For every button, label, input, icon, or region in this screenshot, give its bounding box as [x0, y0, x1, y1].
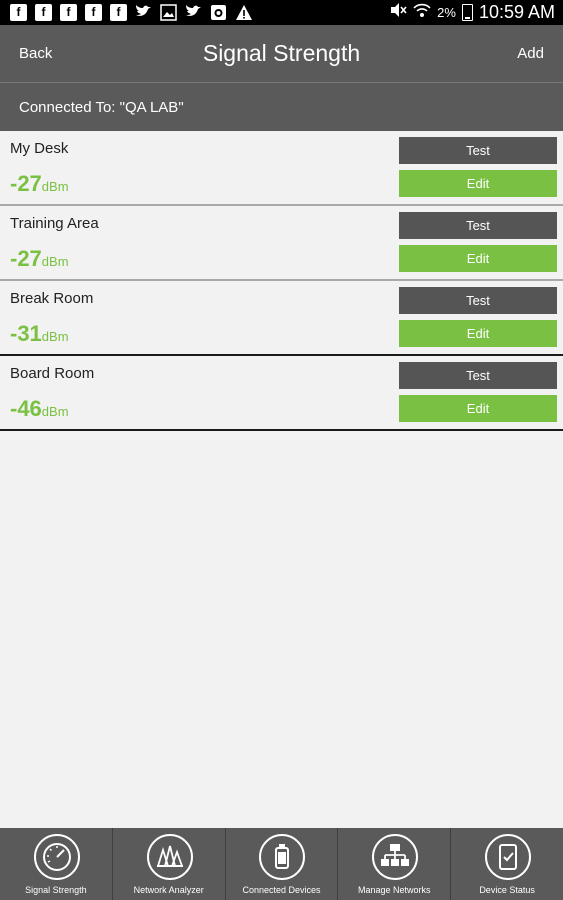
test-button[interactable]: Test: [399, 212, 557, 239]
tab-device-status[interactable]: Device Status: [451, 828, 563, 900]
signal-value: -27dBm: [10, 246, 69, 272]
status-bar: f f f f f 2% 10:59 AM: [0, 0, 563, 25]
spectrum-icon: [146, 834, 193, 880]
warning-icon: [235, 4, 252, 21]
facebook-icon: f: [10, 4, 27, 21]
tab-label: Device Status: [479, 885, 535, 895]
facebook-icon: f: [60, 4, 77, 21]
add-button[interactable]: Add: [517, 45, 544, 62]
signal-unit: dBm: [41, 329, 69, 344]
location-list: My Desk -27dBm Test Edit Training Area -…: [0, 131, 563, 431]
network-icon: [372, 834, 419, 880]
list-item: Break Room -31dBm Test Edit: [0, 281, 563, 354]
tab-network-analyzer[interactable]: Network Analyzer: [113, 828, 226, 900]
facebook-icon: f: [35, 4, 52, 21]
tab-connected-devices[interactable]: Connected Devices: [226, 828, 339, 900]
signal-value: -46dBm: [10, 396, 69, 422]
signal-number: -31: [10, 321, 42, 346]
tab-signal-strength[interactable]: Signal Strength: [0, 828, 113, 900]
edit-button[interactable]: Edit: [399, 245, 557, 272]
signal-number: -46: [10, 396, 42, 421]
list-item: My Desk -27dBm Test Edit: [0, 131, 563, 204]
edit-button[interactable]: Edit: [399, 170, 557, 197]
edit-button[interactable]: Edit: [399, 395, 557, 422]
wifi-icon: [413, 2, 431, 23]
tab-label: Network Analyzer: [133, 885, 204, 895]
list-item: Training Area -27dBm Test Edit: [0, 206, 563, 279]
divider: [0, 429, 563, 431]
twitter-icon: [185, 4, 202, 21]
notification-icons: f f f f f: [10, 4, 252, 21]
test-button[interactable]: Test: [399, 362, 557, 389]
facebook-icon: f: [85, 4, 102, 21]
gauge-icon: [33, 834, 80, 880]
location-name: Board Room: [10, 365, 95, 382]
signal-unit: dBm: [41, 404, 69, 419]
signal-number: -27: [10, 246, 42, 271]
location-name: Break Room: [10, 290, 94, 307]
connection-status: Connected To: "QA LAB": [19, 99, 184, 116]
tab-manage-networks[interactable]: Manage Networks: [338, 828, 452, 900]
signal-value: -31dBm: [10, 321, 69, 347]
battery-icon: [461, 4, 473, 21]
signal-unit: dBm: [41, 254, 69, 269]
signal-number: -27: [10, 171, 42, 196]
tab-label: Connected Devices: [242, 885, 321, 895]
facebook-icon: f: [110, 4, 127, 21]
page-title: Signal Strength: [202, 40, 361, 66]
tab-label: Signal Strength: [25, 885, 87, 895]
camera-icon: [210, 4, 227, 21]
edit-button[interactable]: Edit: [399, 320, 557, 347]
device-icon: [259, 834, 306, 880]
tab-label: Manage Networks: [358, 885, 431, 895]
system-status: 2% 10:59 AM: [389, 2, 555, 23]
test-button[interactable]: Test: [399, 287, 557, 314]
signal-unit: dBm: [41, 179, 69, 194]
image-icon: [160, 4, 177, 21]
twitter-icon: [135, 4, 152, 21]
mute-icon: [389, 2, 407, 23]
clock: 10:59 AM: [478, 2, 555, 22]
signal-value: -27dBm: [10, 171, 69, 197]
battery-percent: 2%: [437, 5, 456, 20]
action-bar: Back Signal Strength Add: [0, 25, 563, 82]
connection-bar: Connected To: "QA LAB": [0, 83, 563, 131]
location-name: My Desk: [10, 140, 69, 157]
bottom-tab-bar: Signal Strength Network Analyzer Connect…: [0, 828, 563, 900]
location-name: Training Area: [10, 215, 99, 232]
tablet-check-icon: [485, 834, 532, 880]
test-button[interactable]: Test: [399, 137, 557, 164]
list-item: Board Room -46dBm Test Edit: [0, 356, 563, 429]
